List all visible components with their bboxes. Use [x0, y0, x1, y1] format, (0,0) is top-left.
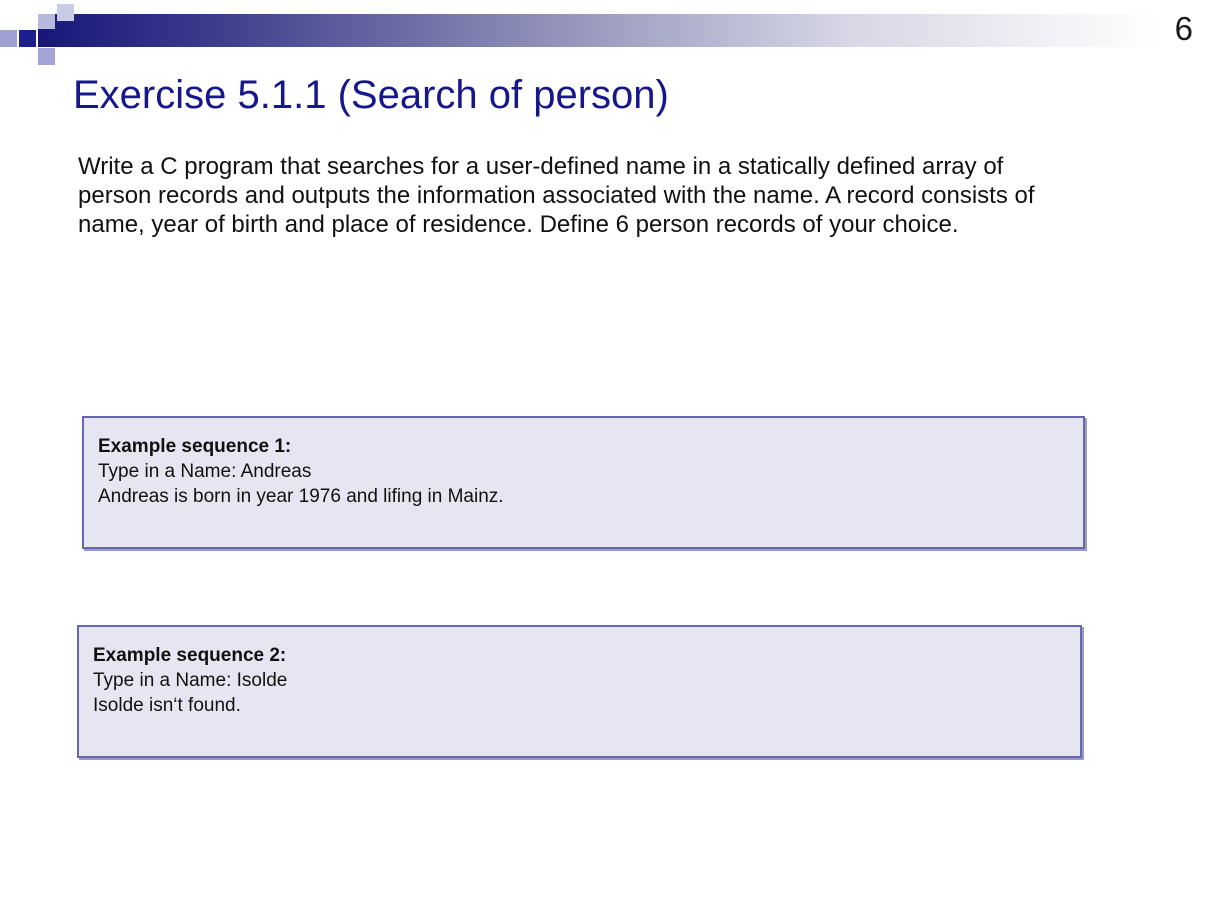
example-heading: Example sequence 1:	[98, 436, 292, 457]
decorative-square	[57, 4, 74, 21]
example-box-2: Example sequence 2: Type in a Name: Isol…	[77, 625, 1082, 758]
header-gradient-bar	[38, 14, 1158, 47]
example-box-1: Example sequence 1: Type in a Name: Andr…	[82, 416, 1085, 549]
example-line: Isolde isn‘t found.	[93, 695, 241, 716]
exercise-description: Write a C program that searches for a us…	[78, 153, 1035, 238]
example-line: Type in a Name: Isolde	[93, 670, 288, 691]
example-line: Andreas is born in year 1976 and lifing …	[98, 486, 504, 507]
example-heading: Example sequence 2:	[93, 645, 287, 666]
slide-title: Exercise 5.1.1 (Search of person)	[73, 73, 669, 117]
slide-number: 6	[1174, 10, 1193, 47]
decorative-square	[38, 48, 55, 65]
decorative-square	[38, 14, 55, 29]
decorative-square	[19, 30, 36, 47]
example-line: Type in a Name: Andreas	[98, 461, 312, 482]
decorative-square	[0, 30, 17, 47]
